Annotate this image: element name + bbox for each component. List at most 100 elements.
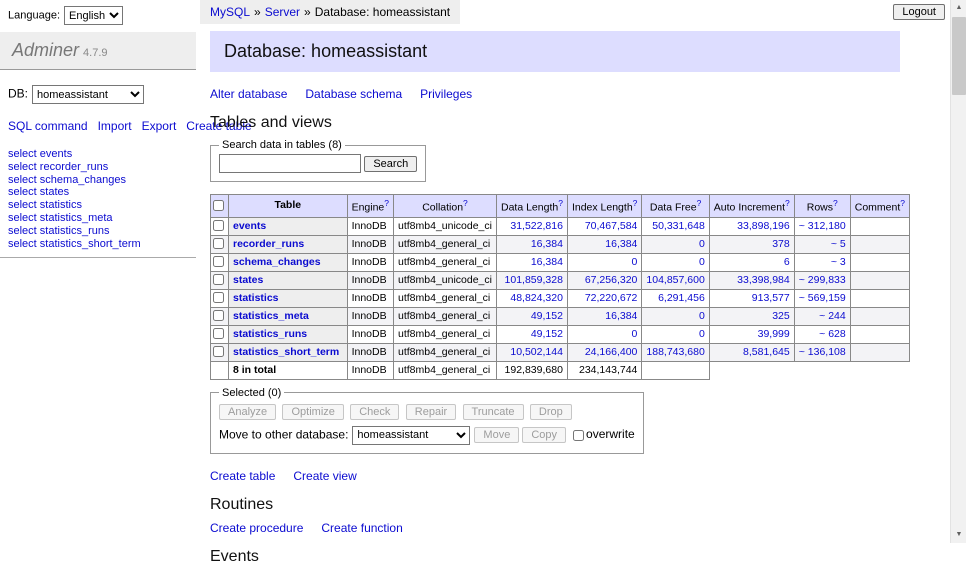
move-database-select[interactable]: homeassistant [352,426,470,445]
index-length-link[interactable]: 70,467,584 [585,220,638,232]
alter-database-link[interactable]: Alter database [210,87,287,101]
import-link[interactable]: Import [98,119,132,133]
analyze-button[interactable]: Analyze [219,404,276,420]
sidebar-item-select-states[interactable]: select states [8,186,196,199]
row-checkbox[interactable] [213,238,224,249]
table-name-link[interactable]: statistics [233,292,279,304]
table-name-link[interactable]: statistics_runs [233,328,307,340]
create-procedure-link[interactable]: Create procedure [210,521,303,535]
select-all-checkbox[interactable] [213,200,224,211]
breadcrumb-link-mysql[interactable]: MySQL [210,5,250,19]
sidebar-item-select-recorder-runs[interactable]: select recorder_runs [8,161,196,174]
help-icon[interactable]: ? [558,198,563,208]
overwrite-checkbox[interactable] [573,430,584,441]
help-icon[interactable]: ? [785,198,790,208]
auto-increment-link[interactable]: 378 [772,238,790,250]
search-button[interactable]: Search [364,156,417,172]
data-free-link[interactable]: 0 [699,238,705,250]
rows-count-link[interactable]: ~ 5 [831,238,846,250]
data-free-link[interactable]: 0 [699,310,705,322]
create-table-link[interactable]: Create table [210,469,275,483]
index-length-link[interactable]: 16,384 [605,238,637,250]
rows-count-link[interactable]: ~ 628 [819,328,846,340]
export-link[interactable]: Export [142,119,177,133]
help-icon[interactable]: ? [463,198,468,208]
vertical-scrollbar[interactable]: ▲ ▼ [950,0,966,543]
sql-command-link[interactable]: SQL command [8,119,88,133]
rows-count-link[interactable]: ~ 312,180 [799,220,846,232]
data-length-link[interactable]: 31,522,816 [510,220,563,232]
check-button[interactable]: Check [350,404,399,420]
row-checkbox[interactable] [213,274,224,285]
sidebar-item-select-schema-changes[interactable]: select schema_changes [8,174,196,187]
data-length-link[interactable]: 16,384 [531,256,563,268]
privileges-link[interactable]: Privileges [420,87,472,101]
sidebar-item-select-statistics-short-term[interactable]: select statistics_short_term [8,238,196,251]
index-length-link[interactable]: 0 [632,328,638,340]
move-button[interactable]: Move [474,427,519,443]
auto-increment-link[interactable]: 39,999 [758,328,790,340]
data-free-link[interactable]: 6,291,456 [658,292,705,304]
search-input[interactable] [219,154,361,173]
auto-increment-link[interactable]: 8,581,645 [743,346,790,358]
adminer-logo-link[interactable]: Adminer [12,40,79,60]
data-free-link[interactable]: 50,331,648 [652,220,705,232]
index-length-link[interactable]: 16,384 [605,310,637,322]
table-name-link[interactable]: statistics_meta [233,310,309,322]
rows-count-link[interactable]: ~ 136,108 [799,346,846,358]
data-free-link[interactable]: 104,857,600 [646,274,704,286]
index-length-link[interactable]: 24,166,400 [585,346,638,358]
help-icon[interactable]: ? [833,198,838,208]
auto-increment-link[interactable]: 6 [784,256,790,268]
sidebar-item-select-statistics-meta[interactable]: select statistics_meta [8,212,196,225]
scrollbar-thumb[interactable] [952,17,966,95]
help-icon[interactable]: ? [384,198,389,208]
auto-increment-link[interactable]: 913,577 [752,292,790,304]
optimize-button[interactable]: Optimize [282,404,343,420]
rows-count-link[interactable]: ~ 569,159 [799,292,846,304]
sidebar-item-select-statistics-runs[interactable]: select statistics_runs [8,225,196,238]
auto-increment-link[interactable]: 33,398,984 [737,274,790,286]
row-checkbox[interactable] [213,328,224,339]
data-length-link[interactable]: 16,384 [531,238,563,250]
data-free-link[interactable]: 188,743,680 [646,346,704,358]
copy-button[interactable]: Copy [522,427,566,443]
row-checkbox[interactable] [213,346,224,357]
table-name-link[interactable]: schema_changes [233,256,321,268]
data-length-link[interactable]: 49,152 [531,328,563,340]
language-select[interactable]: English [64,6,123,25]
drop-button[interactable]: Drop [530,404,572,420]
index-length-link[interactable]: 0 [632,256,638,268]
scroll-down-icon[interactable]: ▼ [951,527,966,543]
index-length-link[interactable]: 72,220,672 [585,292,638,304]
breadcrumb-link-server[interactable]: Server [265,5,300,19]
sidebar-item-select-statistics[interactable]: select statistics [8,199,196,212]
rows-count-link[interactable]: ~ 244 [819,310,846,322]
data-length-link[interactable]: 10,502,144 [510,346,563,358]
auto-increment-link[interactable]: 33,898,196 [737,220,790,232]
data-length-link[interactable]: 101,859,328 [505,274,563,286]
repair-button[interactable]: Repair [406,404,456,420]
table-name-link[interactable]: statistics_short_term [233,346,339,358]
create-function-link[interactable]: Create function [321,521,402,535]
truncate-button[interactable]: Truncate [463,404,524,420]
data-free-link[interactable]: 0 [699,256,705,268]
table-name-link[interactable]: events [233,220,266,232]
help-icon[interactable]: ? [900,198,905,208]
table-name-link[interactable]: recorder_runs [233,238,304,250]
data-length-link[interactable]: 48,824,320 [510,292,563,304]
auto-increment-link[interactable]: 325 [772,310,790,322]
table-name-link[interactable]: states [233,274,263,286]
sidebar-item-select-events[interactable]: select events [8,148,196,161]
database-schema-link[interactable]: Database schema [305,87,402,101]
data-length-link[interactable]: 49,152 [531,310,563,322]
help-icon[interactable]: ? [633,198,638,208]
data-free-link[interactable]: 0 [699,328,705,340]
row-checkbox[interactable] [213,292,224,303]
index-length-link[interactable]: 67,256,320 [585,274,638,286]
row-checkbox[interactable] [213,256,224,267]
row-checkbox[interactable] [213,310,224,321]
db-select[interactable]: homeassistant [32,85,144,104]
logout-button[interactable]: Logout [893,4,945,20]
help-icon[interactable]: ? [697,198,702,208]
